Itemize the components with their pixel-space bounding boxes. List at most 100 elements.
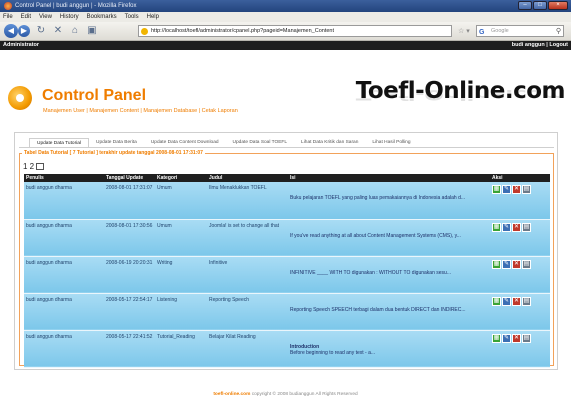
minimize-icon[interactable]: – xyxy=(518,1,532,10)
address-bar[interactable]: http://localhost/toefl/administrator/cpa… xyxy=(138,25,452,37)
add-icon[interactable] xyxy=(36,163,45,170)
tab-divider xyxy=(19,147,554,148)
delete-icon[interactable]: ✕ xyxy=(512,259,521,269)
tab-kritik-saran[interactable]: Lihat Data Kritik dan Saran xyxy=(294,138,365,147)
view-icon[interactable]: ▦ xyxy=(492,222,501,232)
table-row: budi anggun dharma 2008-08-01 17:31:07 U… xyxy=(24,182,550,220)
col-aksi: Aksi xyxy=(490,174,550,182)
view-icon[interactable]: ▦ xyxy=(492,185,501,194)
stop-icon[interactable]: ✕ xyxy=(52,25,64,37)
delete-icon[interactable]: ✕ xyxy=(512,222,521,232)
cell-judul: Infinitive xyxy=(207,256,288,294)
search-input[interactable]: G Google ⚲ xyxy=(476,25,564,37)
content-panel: Update Data Tutorial Update Data Berita … xyxy=(14,132,558,370)
admin-nav-links[interactable]: Manajemen User | Manajemen Content | Man… xyxy=(43,108,238,114)
isi-text: Introduction Before beginning to read any… xyxy=(290,334,488,356)
home-icon[interactable]: ⌂ xyxy=(69,25,81,37)
footer-site[interactable]: toefl-online.com xyxy=(213,392,250,397)
print-icon[interactable]: ▤ xyxy=(522,185,531,194)
table-header-row: Penulis Tanggal Update Kategori Judul Is… xyxy=(24,174,550,182)
print-icon[interactable]: ▤ xyxy=(522,333,531,343)
cell-aksi: ▦ ✎ ✕ ▤ xyxy=(490,182,550,220)
col-penulis[interactable]: Penulis xyxy=(24,174,104,182)
cell-penulis: budi anggun dharma xyxy=(24,293,104,331)
cell-tanggal: 2008-08-01 17:30:56 xyxy=(104,219,155,257)
tutorial-table: Penulis Tanggal Update Kategori Judul Is… xyxy=(24,174,550,368)
address-url: http://localhost/toefl/administrator/cpa… xyxy=(151,28,334,34)
menu-help[interactable]: Help xyxy=(147,14,159,20)
admin-bar: Administrator budi anggun | Logout xyxy=(0,41,571,50)
cell-isi: Introduction Before beginning to read any… xyxy=(288,330,490,368)
search-icon[interactable]: ⚲ xyxy=(556,26,561,37)
navigation-toolbar: ◀ ▶ ↻ ✕ ⌂ ▣ http://localhost/toefl/admin… xyxy=(0,22,571,41)
col-tanggal[interactable]: Tanggal Update xyxy=(104,174,155,182)
cell-judul: Joomla! is set to change all that xyxy=(207,219,288,257)
close-icon[interactable]: × xyxy=(548,1,568,10)
cell-isi: Buku pelajaran TOEFL yang paling luas pe… xyxy=(288,182,490,220)
table-row: budi anggun dharma 2008-06-19 20:20:31 W… xyxy=(24,256,550,294)
cell-judul: Ilmu Menaklukkan TOEFL xyxy=(207,182,288,220)
footer-copyright: copyright © 2008 budianggun All Rights R… xyxy=(251,392,358,397)
page-title: Control Panel xyxy=(42,87,147,104)
print-icon[interactable]: ▤ xyxy=(522,222,531,232)
print-icon[interactable]: ▤ xyxy=(522,259,531,269)
edit-icon[interactable]: ✎ xyxy=(502,296,511,306)
tab-update-download[interactable]: Update Data Content Download xyxy=(144,138,226,147)
isi-text: Buku pelajaran TOEFL yang paling luas pe… xyxy=(290,195,466,201)
tab-hasil-polling[interactable]: Lihat Hasil Polling xyxy=(365,138,417,147)
delete-icon[interactable]: ✕ xyxy=(512,333,521,343)
tab-update-tutorial[interactable]: Update Data Tutorial xyxy=(29,138,89,147)
menu-bookmarks[interactable]: Bookmarks xyxy=(87,14,117,20)
edit-icon[interactable]: ✎ xyxy=(502,222,511,232)
bookmark-page-icon[interactable]: ▣ xyxy=(86,25,98,37)
window-controls: – □ × xyxy=(518,1,568,10)
isi-text: If you've read anything at all about Con… xyxy=(290,232,461,239)
col-kategori[interactable]: Kategori xyxy=(155,174,207,182)
menu-history[interactable]: History xyxy=(60,14,79,20)
menu-file[interactable]: File xyxy=(3,14,13,20)
delete-icon[interactable]: ✕ xyxy=(512,296,521,306)
cell-penulis: budi anggun dharma xyxy=(24,330,104,368)
reload-icon[interactable]: ↻ xyxy=(35,25,47,37)
cell-tanggal: 2008-06-19 20:20:31 xyxy=(104,256,155,294)
isi-text: Reporting Speech SPEECH terbagi dalam du… xyxy=(290,306,466,313)
menu-edit[interactable]: Edit xyxy=(21,14,31,20)
isi-body: Before beginning to read any text - a... xyxy=(290,349,376,356)
page-links[interactable]: 1 2 xyxy=(23,162,34,171)
menu-bar: File Edit View History Bookmarks Tools H… xyxy=(0,12,571,22)
edit-icon[interactable]: ✎ xyxy=(502,259,511,269)
user-logout-link[interactable]: budi anggun | Logout xyxy=(512,41,568,50)
window-title: Control Panel | budi anggun | - Mozilla … xyxy=(15,3,137,9)
edit-icon[interactable]: ✎ xyxy=(502,185,511,194)
cell-judul: Belajar Kilat Reading xyxy=(207,330,288,368)
cell-penulis: budi anggun dharma xyxy=(24,182,104,220)
view-icon[interactable]: ▦ xyxy=(492,259,501,269)
cell-tanggal: 2008-05-17 22:41:52 xyxy=(104,330,155,368)
cell-kategori: Listening xyxy=(155,293,207,331)
forward-button[interactable]: ▶ xyxy=(18,25,30,37)
table-row: budi anggun dharma 2008-05-17 22:41:52 T… xyxy=(24,330,550,368)
admin-label: Administrator xyxy=(3,42,40,48)
col-judul[interactable]: Judul xyxy=(207,174,288,182)
cell-kategori: Writing xyxy=(155,256,207,294)
isi-text: INFINITIVE ____ WITH TO digunakan : WITH… xyxy=(290,269,451,276)
star-icon[interactable]: ☆ ▾ xyxy=(458,27,470,35)
cell-kategori: Umum xyxy=(155,219,207,257)
col-isi[interactable]: Isi xyxy=(288,174,490,182)
menu-tools[interactable]: Tools xyxy=(125,14,139,20)
delete-icon[interactable]: ✕ xyxy=(512,185,521,194)
view-icon[interactable]: ▦ xyxy=(492,296,501,306)
print-icon[interactable]: ▤ xyxy=(522,296,531,306)
edit-icon[interactable]: ✎ xyxy=(502,333,511,343)
menu-view[interactable]: View xyxy=(39,14,52,20)
cell-kategori: Tutorial_Reading xyxy=(155,330,207,368)
window-titlebar: Control Panel | budi anggun | - Mozilla … xyxy=(0,0,571,12)
tab-update-soal[interactable]: Update Data Soal TOEFL xyxy=(226,138,295,147)
back-button[interactable]: ◀ xyxy=(4,24,18,38)
google-icon: G xyxy=(479,29,485,36)
maximize-icon[interactable]: □ xyxy=(533,1,547,10)
search-placeholder: Google xyxy=(491,28,509,34)
page-footer: toefl-online.com copyright © 2008 budian… xyxy=(0,392,571,397)
view-icon[interactable]: ▦ xyxy=(492,333,501,343)
tab-update-berita[interactable]: Update Data Berita xyxy=(89,138,144,147)
